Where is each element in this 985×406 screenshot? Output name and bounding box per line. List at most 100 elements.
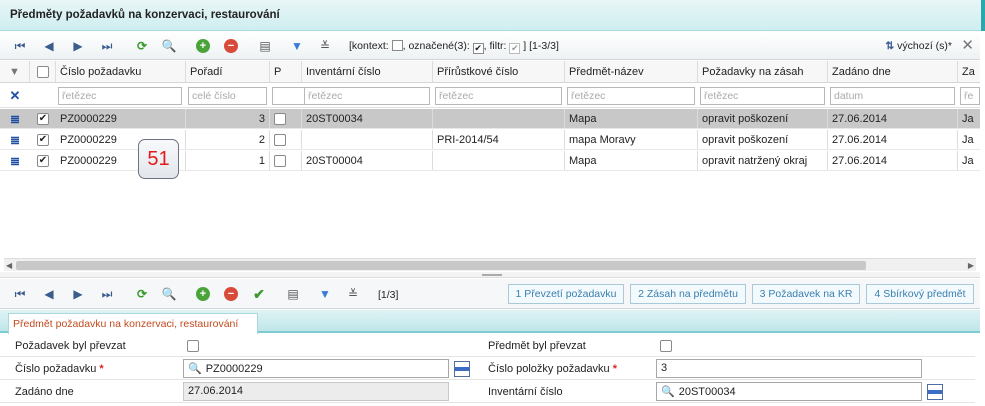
tab-sbirkovy-predmet[interactable]: 4 Sbírkový předmět (866, 284, 974, 304)
cell-p[interactable] (270, 151, 302, 170)
lookup-list-icon[interactable] (927, 384, 943, 400)
context-checkbox[interactable] (391, 40, 403, 51)
next-icon[interactable]: ▶ (69, 37, 87, 55)
col-header-prirustkove[interactable]: Přírůstkové číslo (433, 61, 565, 82)
tab-prevzeti-pozadavku[interactable]: 1 Převzetí požadavku (508, 284, 624, 304)
filter-input-pozadavky[interactable]: řetězec (700, 87, 825, 105)
col-header-pozadavky[interactable]: Požadavky na zásah (698, 61, 828, 82)
search-icon[interactable]: 🔍 (160, 37, 178, 55)
filter-input-p[interactable] (272, 87, 306, 105)
prev-icon[interactable]: ◀ (40, 285, 58, 303)
cell-prirustkove: PRI-2014/54 (433, 130, 565, 149)
scroll-right-icon[interactable]: ▶ (968, 259, 974, 272)
first-page-icon[interactable]: ⏮ (11, 285, 29, 303)
save-icon[interactable]: ▤ (256, 37, 274, 55)
first-page-icon[interactable]: ⏮ (11, 37, 29, 55)
prevzat-checkbox[interactable] (187, 340, 199, 352)
filter-input-predmet-nazev[interactable]: řetězec (567, 87, 695, 105)
scroll-left-icon[interactable]: ◀ (6, 259, 12, 272)
marked-checkbox[interactable]: ✔ (472, 43, 484, 54)
predmet-prevzat-checkbox[interactable] (660, 340, 672, 352)
filter-icon[interactable]: ▼ (288, 37, 306, 55)
grid-header: ▼ Číslo požadavku Pořadí P Inventární čí… (0, 61, 980, 83)
cell-pozadavky: opravit natržený okraj (698, 151, 828, 170)
horizontal-scrollbar[interactable]: ◀ ▶ (4, 258, 976, 271)
search-icon: 🔍 (188, 363, 202, 375)
add-icon[interactable]: + (194, 37, 212, 55)
zadano-dne-field: 27.06.2014 (183, 382, 449, 401)
next-icon[interactable]: ▶ (69, 285, 87, 303)
tab-pozadavek-na-kr[interactable]: 3 Požadavek na KR (752, 284, 860, 304)
filter-input-poradi[interactable]: celé číslo (188, 87, 267, 105)
refresh-icon[interactable]: ⟳ (133, 285, 151, 303)
filter-input-inventarni[interactable]: řetězec (304, 87, 430, 105)
scrollbar-thumb[interactable] (16, 261, 866, 270)
filter-icon[interactable]: ▼ (316, 285, 334, 303)
cell-zadano: 27.06.2014 (828, 109, 958, 128)
cell-p[interactable] (270, 109, 302, 128)
form-row: Číslo požadavku * 🔍 PZ0000229 Číslo položk… (0, 358, 975, 380)
filter-input-prirustkove[interactable]: řetězec (435, 87, 562, 105)
detail-toolbar: ⏮ ◀ ▶ ⏭ ⟳ 🔍 + − ✔ ▤ ▼ ≚ [1/3] 1 Převzetí… (0, 279, 980, 309)
grid-filter-row: ✕ řetězec celé číslo řetězec řetězec řet… (0, 84, 980, 108)
tab-predmet-pozadavku[interactable]: Předmět požadavku na konzervaci, restaur… (8, 313, 258, 334)
col-header-poradi[interactable]: Pořadí (186, 61, 270, 82)
delete-icon[interactable]: − (222, 285, 240, 303)
refresh-icon[interactable]: ⟳ (133, 37, 151, 55)
clear-filters-icon[interactable]: ✕ (0, 84, 30, 107)
row-checkbox[interactable]: ✔ (30, 109, 56, 128)
view-selector[interactable]: ⇅ výchozí (s)* (885, 40, 952, 52)
sort-icon: ⇅ (885, 40, 895, 52)
col-header-p[interactable]: P (270, 61, 302, 82)
cell-p[interactable] (270, 130, 302, 149)
inventarni-cislo-field[interactable]: 🔍 20ST00034 (656, 382, 922, 401)
col-header-zadano[interactable]: Zadáno dne (828, 61, 958, 82)
lookup-list-icon[interactable] (454, 361, 470, 377)
form-row: Požadavek byl převzat Předmět byl převza… (0, 335, 975, 357)
delete-icon[interactable]: − (222, 37, 240, 55)
predmet-prevzat-label: Předmět byl převzat (488, 340, 586, 352)
add-icon[interactable]: + (194, 285, 212, 303)
confirm-icon[interactable]: ✔ (250, 285, 268, 303)
prev-icon[interactable]: ◀ (40, 37, 58, 55)
cell-prirustkove (433, 151, 565, 170)
row-menu-icon[interactable]: ≣ (0, 109, 30, 128)
select-all-checkbox[interactable] (30, 61, 56, 82)
col-header-za[interactable]: Za (958, 61, 980, 82)
col-header-cislo[interactable]: Číslo požadavku (56, 61, 186, 82)
tools-icon[interactable]: ✕ (961, 36, 974, 54)
col-header-inventarni[interactable]: Inventární číslo (302, 61, 433, 82)
cell-poradi: 1 (186, 151, 270, 170)
splitter-grip[interactable] (482, 274, 502, 276)
row-checkbox[interactable]: ✔ (30, 130, 56, 149)
save-icon[interactable]: ▤ (284, 285, 302, 303)
pane-splitter[interactable] (0, 272, 980, 278)
cell-zadano: 27.06.2014 (828, 130, 958, 149)
last-page-icon[interactable]: ⏭ (98, 285, 116, 303)
cislo-pozadavku-field[interactable]: 🔍 PZ0000229 (183, 359, 449, 378)
filter-input-cislo[interactable]: řetězec (58, 87, 182, 105)
last-page-icon[interactable]: ⏭ (98, 37, 116, 55)
tab-zasah-na-predmetu[interactable]: 2 Zásah na předmětu (630, 284, 746, 304)
detail-form: Požadavek byl převzat Předmět byl převza… (0, 335, 975, 406)
filter-toggle-icon[interactable]: ▼ (0, 61, 30, 82)
row-checkbox[interactable]: ✔ (30, 151, 56, 170)
cell-prirustkove (433, 109, 565, 128)
cell-zadano: 27.06.2014 (828, 151, 958, 170)
table-row[interactable]: ≣ ✔ PZ0000229 3 20ST00034 Mapa opravit p… (0, 109, 980, 129)
filter-input-za[interactable]: ře (960, 87, 980, 105)
cell-inventarni: 20ST00034 (302, 109, 433, 128)
cell-pozadavky: opravit poškození (698, 109, 828, 128)
cell-pozadavky: opravit poškození (698, 130, 828, 149)
cislo-polozky-label: Číslo položky požadavku * (488, 363, 617, 375)
clear-filter-icon[interactable]: ≚ (344, 285, 362, 303)
row-menu-icon[interactable]: ≣ (0, 130, 30, 149)
search-icon[interactable]: 🔍 (160, 285, 178, 303)
col-header-predmet-nazev[interactable]: Předmět-název (565, 61, 698, 82)
row-menu-icon[interactable]: ≣ (0, 151, 30, 170)
number-badge: 51 (138, 139, 179, 179)
filter-input-zadano[interactable]: datum (830, 87, 955, 105)
title-accent (981, 0, 985, 31)
cislo-polozky-field[interactable]: 3 (656, 359, 922, 378)
clear-filter-icon[interactable]: ≚ (316, 37, 334, 55)
